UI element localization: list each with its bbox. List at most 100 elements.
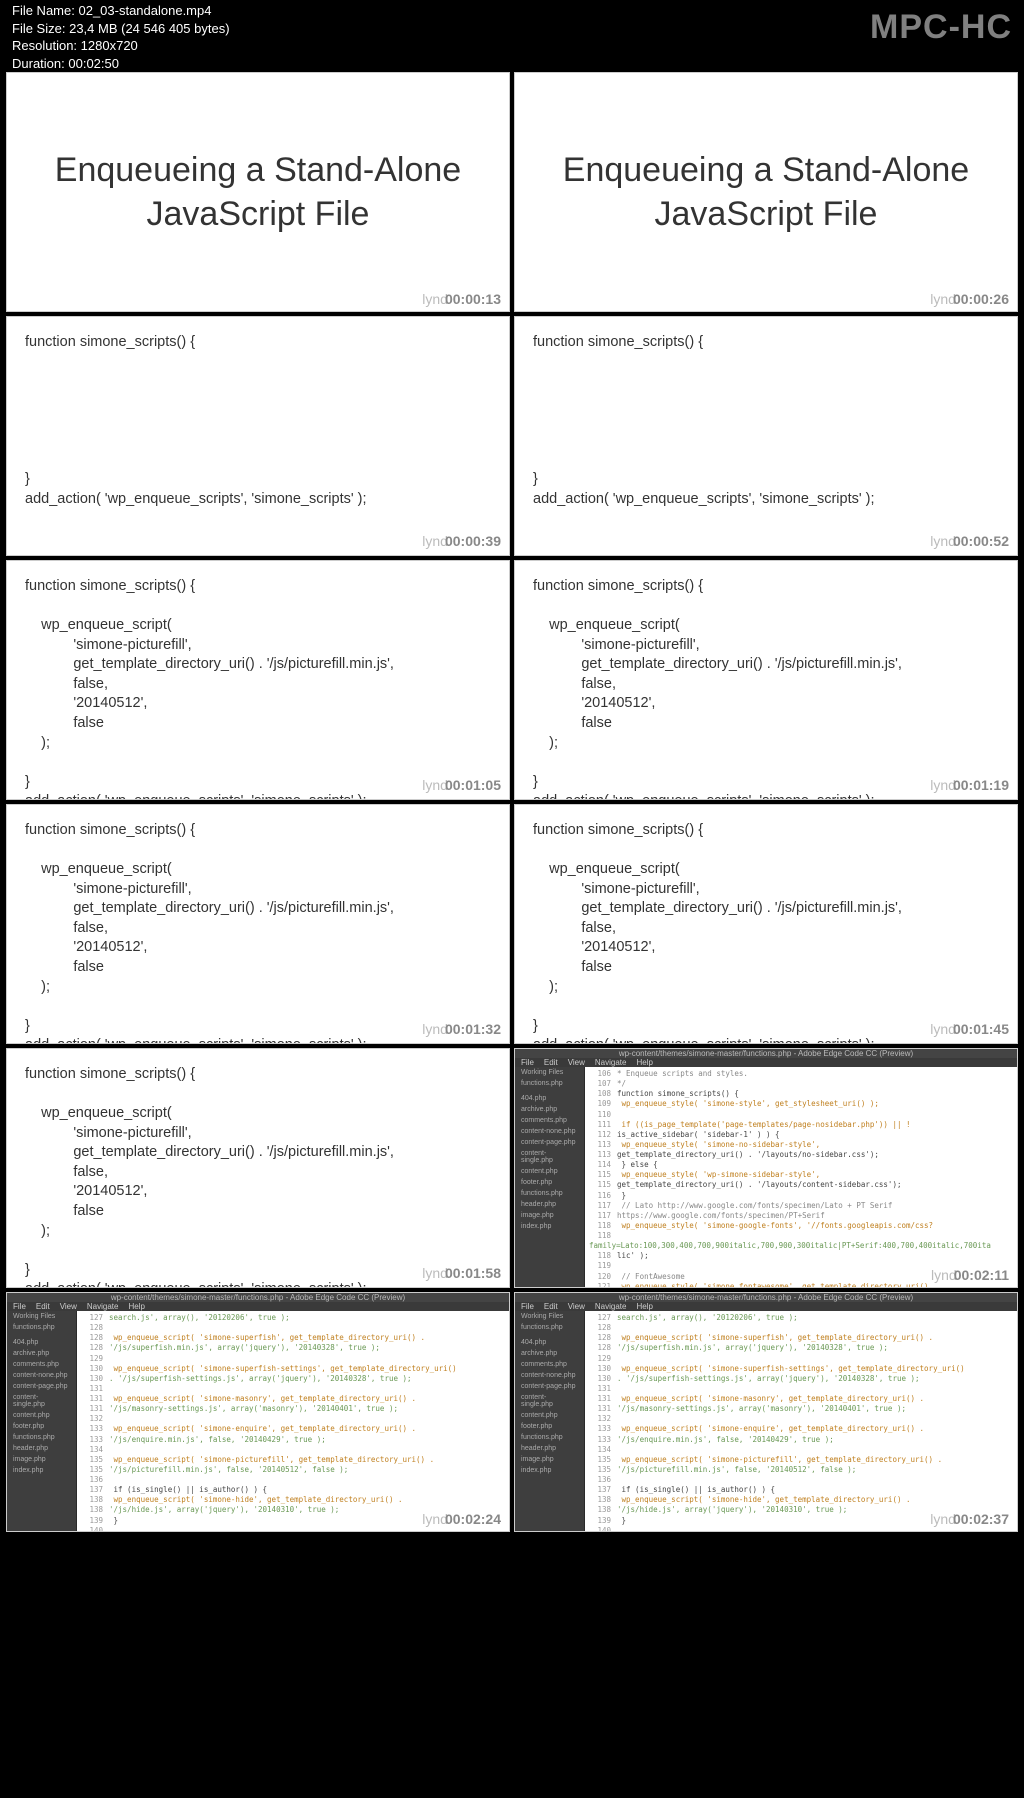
code-slide[interactable]: function simone_scripts() { wp_enqueue_s… bbox=[6, 804, 510, 1044]
menu-item[interactable]: File bbox=[521, 1302, 534, 1311]
sidebar-item[interactable]: image.php bbox=[515, 1454, 584, 1465]
editor-titlebar: wp-content/themes/simone-master/function… bbox=[515, 1293, 1017, 1302]
editor-sidebar: Working Filesfunctions.php404.phparchive… bbox=[7, 1311, 77, 1532]
sidebar-item[interactable]: comments.php bbox=[515, 1359, 584, 1370]
sidebar-item[interactable]: content-none.php bbox=[7, 1370, 76, 1381]
sidebar-item[interactable]: footer.php bbox=[515, 1421, 584, 1432]
sidebar-item[interactable]: content.php bbox=[7, 1410, 76, 1421]
timestamp: lynd00:00:13 bbox=[422, 291, 501, 307]
thumbnail[interactable]: Enqueueing a Stand-Alone JavaScript File… bbox=[514, 72, 1018, 312]
code-slide[interactable]: function simone_scripts() { } add_action… bbox=[6, 316, 510, 556]
menu-item[interactable]: Navigate bbox=[595, 1302, 627, 1311]
menu-item[interactable]: Navigate bbox=[595, 1058, 627, 1067]
code-slide[interactable]: function simone_scripts() { wp_enqueue_s… bbox=[514, 804, 1018, 1044]
sidebar-item[interactable]: footer.php bbox=[515, 1177, 584, 1188]
thumbnail[interactable]: Enqueueing a Stand-Alone JavaScript File… bbox=[6, 72, 510, 312]
menu-item[interactable]: Edit bbox=[36, 1302, 50, 1311]
sidebar-item[interactable]: Working Files bbox=[515, 1311, 584, 1322]
sidebar-item[interactable]: content-single.php bbox=[515, 1392, 584, 1410]
sidebar-item[interactable]: archive.php bbox=[7, 1348, 76, 1359]
filename-value: 02_03-standalone.mp4 bbox=[78, 3, 211, 18]
menu-item[interactable]: Edit bbox=[544, 1058, 558, 1067]
sidebar-item[interactable]: content-page.php bbox=[515, 1137, 584, 1148]
menu-item[interactable]: File bbox=[521, 1058, 534, 1067]
sidebar-item[interactable]: content-none.php bbox=[515, 1126, 584, 1137]
sidebar-item[interactable]: functions.php bbox=[7, 1322, 76, 1333]
menu-item[interactable]: View bbox=[60, 1302, 77, 1311]
sidebar-item[interactable]: comments.php bbox=[515, 1115, 584, 1126]
sidebar-item[interactable]: header.php bbox=[7, 1443, 76, 1454]
editor-code-area[interactable]: 127search.js', array(), '20120206', true… bbox=[585, 1311, 1017, 1532]
sidebar-item[interactable]: content-page.php bbox=[515, 1381, 584, 1392]
sidebar-item[interactable]: functions.php bbox=[515, 1188, 584, 1199]
timestamp: lynd00:02:37 bbox=[930, 1511, 1009, 1527]
app-watermark: MPC-HC bbox=[870, 0, 1012, 47]
timestamp: lynd00:02:24 bbox=[422, 1511, 501, 1527]
menu-item[interactable]: Navigate bbox=[87, 1302, 119, 1311]
slide-title: Enqueueing a Stand-Alone JavaScript File bbox=[55, 148, 461, 236]
sidebar-item[interactable]: 404.php bbox=[515, 1093, 584, 1104]
sidebar-item[interactable]: header.php bbox=[515, 1443, 584, 1454]
sidebar-item[interactable]: comments.php bbox=[7, 1359, 76, 1370]
sidebar-item[interactable]: image.php bbox=[515, 1210, 584, 1221]
duration-value: 00:02:50 bbox=[68, 56, 119, 71]
menu-item[interactable]: Help bbox=[128, 1302, 144, 1311]
thumbnail[interactable]: wp-content/themes/simone-master/function… bbox=[514, 1048, 1018, 1288]
menu-item[interactable]: File bbox=[13, 1302, 26, 1311]
editor-code-area[interactable]: 106* Enqueue scripts and styles.107*/108… bbox=[585, 1067, 1017, 1288]
menu-item[interactable]: Edit bbox=[544, 1302, 558, 1311]
menu-item[interactable]: Help bbox=[636, 1302, 652, 1311]
sidebar-item[interactable]: 404.php bbox=[515, 1337, 584, 1348]
duration-label: Duration: bbox=[12, 56, 65, 71]
thumbnail[interactable]: wp-content/themes/simone-master/function… bbox=[6, 1292, 510, 1532]
sidebar-item[interactable]: archive.php bbox=[515, 1104, 584, 1115]
sidebar-item[interactable]: header.php bbox=[515, 1199, 584, 1210]
code-slide[interactable]: function simone_scripts() { wp_enqueue_s… bbox=[6, 560, 510, 800]
sidebar-item[interactable]: content-single.php bbox=[515, 1148, 584, 1166]
sidebar-item[interactable]: 404.php bbox=[7, 1337, 76, 1348]
resolution-value: 1280x720 bbox=[81, 38, 138, 53]
editor-menubar: File Edit View Navigate Help bbox=[515, 1058, 1017, 1067]
sidebar-item[interactable]: content-page.php bbox=[7, 1381, 76, 1392]
menu-item[interactable]: View bbox=[568, 1302, 585, 1311]
sidebar-item[interactable]: functions.php bbox=[515, 1078, 584, 1089]
timestamp: lynd00:00:26 bbox=[930, 291, 1009, 307]
sidebar-item[interactable]: index.php bbox=[515, 1221, 584, 1232]
sidebar-item[interactable]: image.php bbox=[7, 1454, 76, 1465]
sidebar-item[interactable]: Working Files bbox=[515, 1067, 584, 1078]
sidebar-item[interactable]: functions.php bbox=[515, 1322, 584, 1333]
timestamp: lynd00:01:32 bbox=[422, 1020, 501, 1039]
editor-menubar: File Edit View Navigate Help bbox=[7, 1302, 509, 1311]
timestamp: lynd00:00:39 bbox=[422, 532, 501, 551]
sidebar-item[interactable]: content-none.php bbox=[515, 1370, 584, 1381]
sidebar-item[interactable]: functions.php bbox=[515, 1432, 584, 1443]
sidebar-item[interactable]: content-single.php bbox=[7, 1392, 76, 1410]
menu-item[interactable]: View bbox=[568, 1058, 585, 1067]
header-bar: File Name: 02_03-standalone.mp4 File Siz… bbox=[0, 0, 1024, 72]
editor-code-area[interactable]: 127search.js', array(), '20120206', true… bbox=[77, 1311, 509, 1532]
sidebar-item[interactable]: index.php bbox=[7, 1465, 76, 1476]
timestamp: lynd00:01:19 bbox=[930, 776, 1009, 795]
timestamp: lynd00:01:45 bbox=[930, 1020, 1009, 1039]
code-slide[interactable]: function simone_scripts() { wp_enqueue_s… bbox=[6, 1048, 510, 1288]
timestamp: lynd00:00:52 bbox=[930, 532, 1009, 551]
sidebar-item[interactable]: archive.php bbox=[515, 1348, 584, 1359]
sidebar-item[interactable]: functions.php bbox=[7, 1432, 76, 1443]
sidebar-item[interactable]: Working Files bbox=[7, 1311, 76, 1322]
thumbnail-grid: Enqueueing a Stand-Alone JavaScript File… bbox=[6, 72, 1018, 1532]
code-slide[interactable]: function simone_scripts() { } add_action… bbox=[514, 316, 1018, 556]
sidebar-item[interactable]: content.php bbox=[515, 1166, 584, 1177]
editor-sidebar: Working Filesfunctions.php404.phparchive… bbox=[515, 1067, 585, 1288]
timestamp: lynd00:01:58 bbox=[422, 1264, 501, 1283]
editor-sidebar: Working Filesfunctions.php404.phparchive… bbox=[515, 1311, 585, 1532]
filename-label: File Name: bbox=[12, 3, 75, 18]
sidebar-item[interactable]: index.php bbox=[515, 1465, 584, 1476]
sidebar-item[interactable]: footer.php bbox=[7, 1421, 76, 1432]
editor-menubar: File Edit View Navigate Help bbox=[515, 1302, 1017, 1311]
editor-titlebar: wp-content/themes/simone-master/function… bbox=[7, 1293, 509, 1302]
thumbnail[interactable]: wp-content/themes/simone-master/function… bbox=[514, 1292, 1018, 1532]
code-slide[interactable]: function simone_scripts() { wp_enqueue_s… bbox=[514, 560, 1018, 800]
menu-item[interactable]: Help bbox=[636, 1058, 652, 1067]
slide-title: Enqueueing a Stand-Alone JavaScript File bbox=[563, 148, 969, 236]
sidebar-item[interactable]: content.php bbox=[515, 1410, 584, 1421]
